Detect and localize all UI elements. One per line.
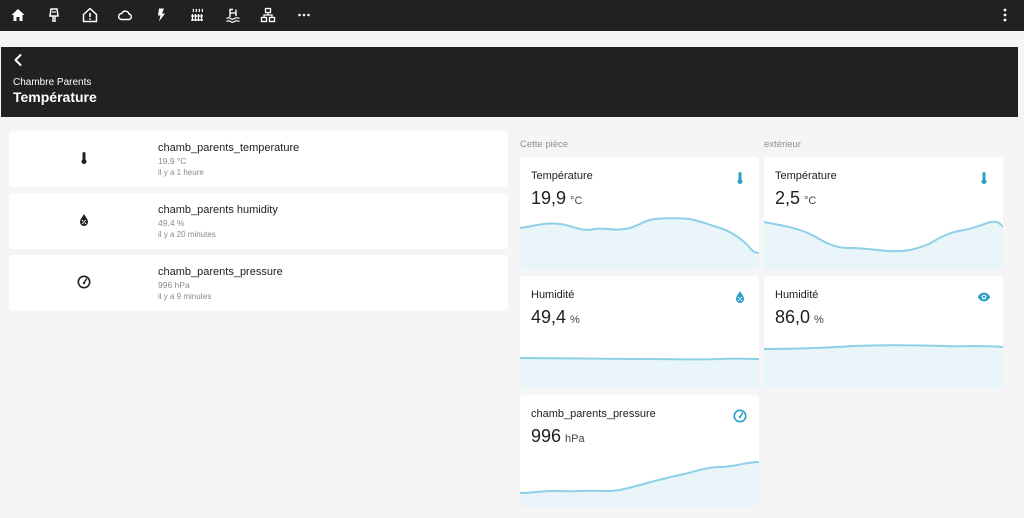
back-arrow-icon[interactable]	[11, 53, 29, 71]
card-value-number: 86,0	[775, 307, 811, 327]
breadcrumb: Chambre Parents	[13, 77, 92, 88]
card-value: 19,9 °C	[531, 188, 582, 209]
column-heading-room: Cette pièce	[520, 139, 569, 150]
entity-name: chamb_parents_pressure	[158, 266, 283, 278]
history-graph	[764, 220, 1003, 270]
card-title: chamb_parents_pressure	[531, 408, 656, 420]
house-alert-icon[interactable]	[79, 4, 101, 26]
gauge-icon	[732, 408, 748, 424]
card-value: 2,5 °C	[775, 188, 816, 209]
sensor-card-outside-humidity[interactable]: Humidité 86,0%	[764, 276, 1003, 389]
top-app-bar	[0, 0, 1024, 31]
entity-value: 996 hPa	[158, 280, 190, 290]
entity-row-humidity[interactable]: chamb_parents humidity 49.4 % il y a 20 …	[9, 193, 508, 249]
more-horizontal-icon[interactable]	[293, 4, 315, 26]
entity-last-changed: il y a 20 minutes	[158, 230, 216, 239]
card-unit: hPa	[565, 433, 585, 445]
entity-name: chamb_parents_temperature	[158, 142, 300, 154]
sensor-card-outside-temperature[interactable]: Température 2,5 °C	[764, 157, 1003, 270]
page-title: Température	[13, 89, 97, 105]
thermometer-icon	[976, 170, 992, 186]
card-unit: %	[814, 314, 824, 326]
sensor-card-room-pressure[interactable]: chamb_parents_pressure 996 hPa	[520, 395, 759, 507]
card-value: 86,0%	[775, 307, 824, 328]
eye-icon	[976, 289, 992, 305]
card-title: Température	[775, 170, 837, 182]
sensor-card-room-humidity[interactable]: Humidité 49,4%	[520, 276, 759, 389]
history-graph	[764, 344, 1003, 389]
card-value-number: 2,5	[775, 188, 801, 208]
entity-row-temperature[interactable]: chamb_parents_temperature 19.9 °C il y a…	[9, 131, 508, 187]
lamp-icon[interactable]	[43, 4, 65, 26]
entity-row-pressure[interactable]: chamb_parents_pressure 996 hPa il y a 9 …	[9, 255, 508, 311]
thermometer-icon	[76, 150, 92, 166]
history-graph	[520, 217, 759, 270]
radiator-icon[interactable]	[186, 4, 208, 26]
page-header: Chambre Parents Température	[1, 47, 1018, 117]
card-value-number: 996	[531, 426, 562, 446]
card-title: Humidité	[531, 289, 575, 301]
card-unit: %	[570, 314, 580, 326]
entity-last-changed: il y a 9 minutes	[158, 292, 212, 301]
pool-icon[interactable]	[222, 4, 244, 26]
entity-value: 19.9 °C	[158, 156, 187, 166]
history-graph	[520, 357, 759, 389]
entity-name: chamb_parents humidity	[158, 204, 278, 216]
gauge-icon	[76, 274, 92, 290]
entity-last-changed: il y a 1 heure	[158, 168, 204, 177]
network-icon[interactable]	[257, 4, 279, 26]
card-value-number: 19,9	[531, 188, 567, 208]
flash-icon[interactable]	[150, 4, 172, 26]
card-title: Humidité	[775, 289, 819, 301]
sensor-card-room-temperature[interactable]: Température 19,9 °C	[520, 157, 759, 270]
water-percent-icon	[732, 289, 748, 305]
card-title: Température	[531, 170, 593, 182]
card-value-number: 49,4	[531, 307, 567, 327]
column-heading-outside: extérieur	[764, 139, 801, 150]
history-graph	[520, 461, 759, 507]
water-percent-icon	[76, 212, 92, 228]
card-value: 49,4%	[531, 307, 580, 328]
thermometer-icon	[732, 170, 748, 186]
card-unit: °C	[804, 195, 817, 207]
home-icon[interactable]	[7, 4, 29, 26]
card-value: 996 hPa	[531, 426, 585, 447]
more-vertical-icon[interactable]	[994, 4, 1016, 26]
cloud-icon[interactable]	[114, 4, 136, 26]
card-unit: °C	[570, 195, 583, 207]
entity-value: 49.4 %	[158, 218, 185, 228]
